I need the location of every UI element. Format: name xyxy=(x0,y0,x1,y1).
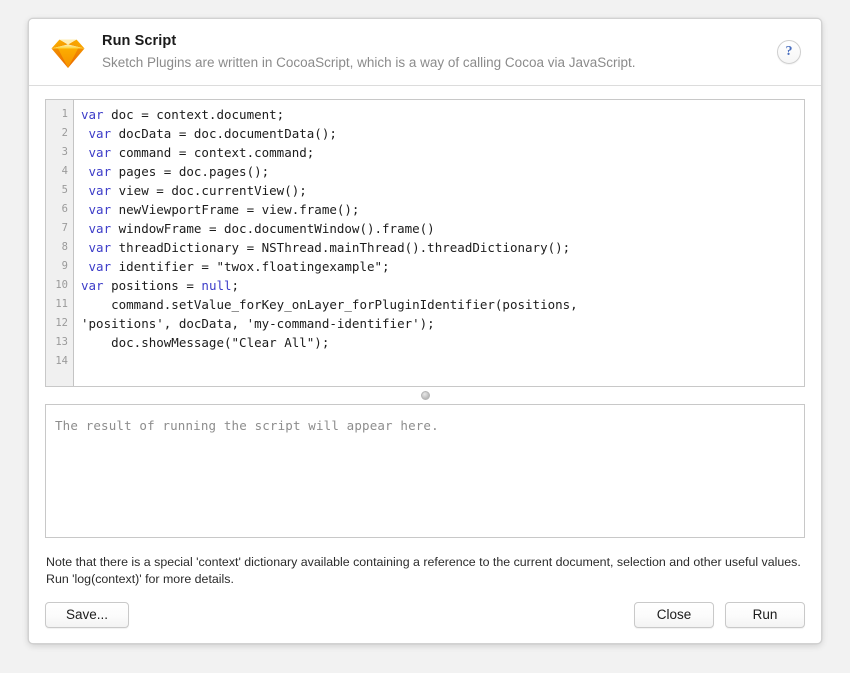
line-number: 2 xyxy=(61,127,68,139)
code-line: var command = context.command; xyxy=(88,145,315,160)
header-text-block: Run Script Sketch Plugins are written in… xyxy=(102,32,777,72)
code-line: doc.showMessage("Clear All"); xyxy=(81,335,330,350)
line-number: 4 xyxy=(61,165,68,177)
page-title: Run Script xyxy=(102,33,177,49)
code-keyword: var xyxy=(81,107,104,122)
line-number: 7 xyxy=(61,222,68,234)
panel-splitter[interactable] xyxy=(45,387,805,404)
splitter-grip-icon[interactable] xyxy=(420,391,430,400)
code-keyword: var xyxy=(88,164,112,179)
code-line: var positions = null; xyxy=(81,278,240,293)
line-number: 12 xyxy=(55,317,68,329)
sketch-diamond-icon xyxy=(46,31,90,75)
code-keyword: var xyxy=(88,202,112,217)
code-keyword: null xyxy=(201,278,232,293)
code-keyword: var xyxy=(88,221,112,236)
code-line: var threadDictionary = NSThread.mainThre… xyxy=(88,240,571,255)
line-number-gutter: 1 2 3 4 5 6 7 8 9 10 11 12 13 14 xyxy=(46,100,74,386)
code-line: var doc = context.document; xyxy=(81,107,285,122)
code-line: var newViewportFrame = view.frame(); xyxy=(88,202,360,217)
line-number: 5 xyxy=(61,184,68,196)
code-line: var docData = doc.documentData(); xyxy=(88,126,337,141)
save-button[interactable]: Save... xyxy=(45,602,129,628)
context-note: Note that there is a special 'context' d… xyxy=(46,555,801,586)
line-number: 3 xyxy=(61,146,68,158)
code-keyword: var xyxy=(88,183,112,198)
line-number: 9 xyxy=(61,260,68,272)
line-number: 13 xyxy=(55,336,68,348)
script-editor[interactable]: 1 2 3 4 5 6 7 8 9 10 11 12 13 14 var doc = context.do… xyxy=(45,99,805,387)
result-output-panel[interactable]: The result of running the script will ap… xyxy=(45,404,805,538)
line-number: 8 xyxy=(61,241,68,253)
code-keyword: var xyxy=(88,259,112,274)
code-line: var pages = doc.pages(); xyxy=(88,164,270,179)
code-line: var identifier = "twox.floatingexample"; xyxy=(88,259,390,274)
run-button[interactable]: Run xyxy=(725,602,805,628)
dialog-footer: Save... Close Run xyxy=(29,588,821,643)
line-number: 14 xyxy=(55,355,68,367)
line-number: 11 xyxy=(55,298,68,310)
code-keyword: var xyxy=(88,145,112,160)
line-number: 1 xyxy=(61,108,68,120)
dialog-body: 1 2 3 4 5 6 7 8 9 10 11 12 13 14 var doc = context.do… xyxy=(29,86,821,588)
dialog-header: Run Script Sketch Plugins are written in… xyxy=(29,19,821,86)
line-number: 6 xyxy=(61,203,68,215)
code-line: command.setValue_forKey_onLayer_forPlugi… xyxy=(81,297,578,331)
code-keyword: var xyxy=(88,240,112,255)
code-keyword: var xyxy=(88,126,112,141)
code-line: var windowFrame = doc.documentWindow().f… xyxy=(88,221,435,236)
dialog-subtitle: Sketch Plugins are written in CocoaScrip… xyxy=(102,55,636,70)
code-keyword: var xyxy=(81,278,104,293)
code-line: var view = doc.currentView(); xyxy=(88,183,307,198)
line-number: 10 xyxy=(55,279,68,291)
code-text-area[interactable]: var doc = context.document; var docData … xyxy=(74,100,804,386)
close-button[interactable]: Close xyxy=(634,602,714,628)
result-placeholder-text: The result of running the script will ap… xyxy=(55,418,439,433)
run-script-dialog: Run Script Sketch Plugins are written in… xyxy=(28,18,822,644)
help-icon[interactable]: ? xyxy=(777,40,801,64)
